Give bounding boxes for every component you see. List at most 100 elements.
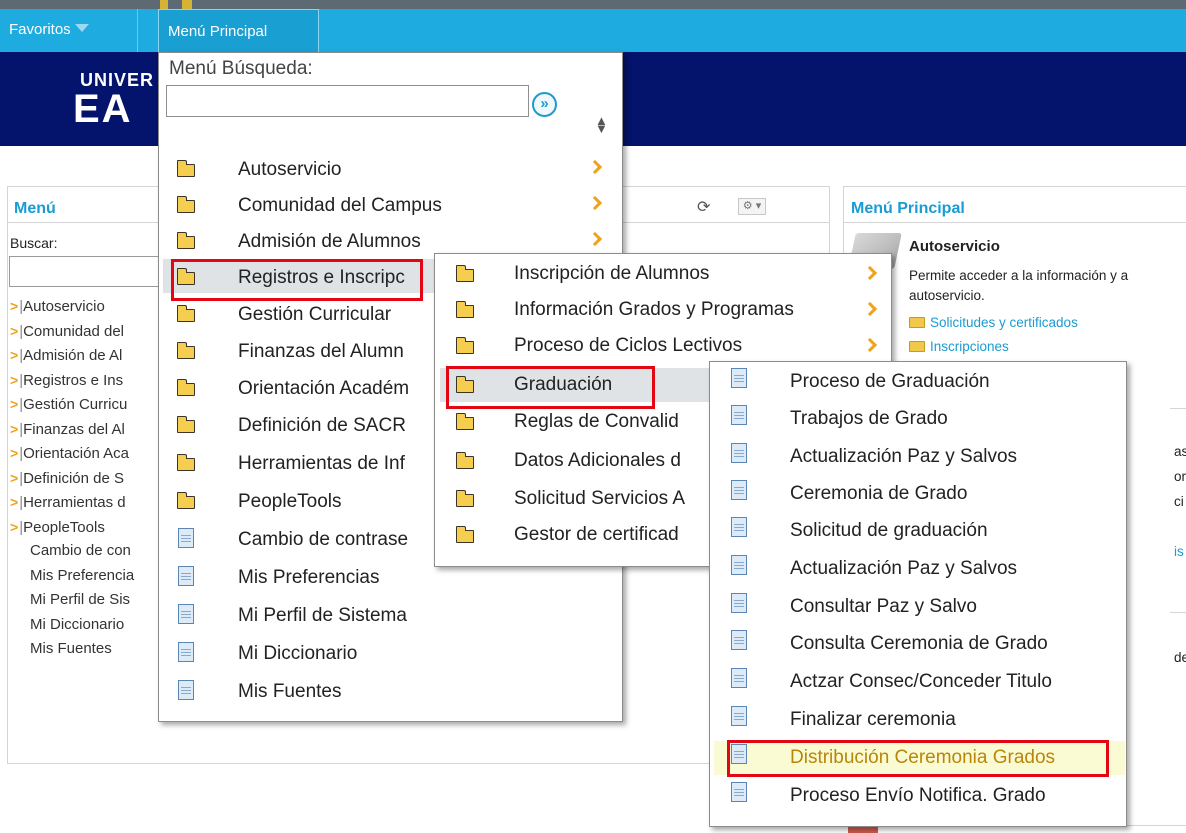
graduacion-item-label: Consultar Paz y Salvo [790, 596, 977, 617]
document-icon [731, 443, 747, 463]
folder-icon [176, 160, 195, 177]
menu-pagelet-item-orientacion-aca[interactable]: >|Orientación Aca [10, 441, 134, 466]
document-icon [731, 782, 747, 802]
folder-icon [176, 379, 195, 396]
solicitudes-link[interactable]: Solicitudes y certificados [909, 315, 1078, 330]
graduacion-item-actualizacion-paz-y-salvos[interactable]: Actualización Paz y Salvos [714, 552, 1125, 586]
menu-pagelet-item-comunidad-del[interactable]: >|Comunidad del [10, 319, 134, 344]
menu-item-label: Herramientas de Inf [238, 453, 405, 474]
chevron-right-icon: > [10, 347, 19, 363]
document-icon [731, 368, 747, 388]
menu-principal-divider [844, 222, 1186, 223]
highlight-box-graduacion [446, 366, 655, 409]
graduacion-item-solicitud-de-graduacion[interactable]: Solicitud de graduación [714, 514, 1125, 548]
buscar-input[interactable] [9, 256, 169, 287]
submenu-item-inscripcion-de-alumnos[interactable]: Inscripción de Alumnos [440, 257, 890, 291]
menu-item-comunidad-del-campus[interactable]: Comunidad del Campus [163, 187, 621, 221]
document-icon [178, 604, 194, 624]
folder-icon [176, 492, 195, 509]
menu-pagelet-item-definicion-de-s[interactable]: >|Definición de S [10, 466, 134, 491]
folder-icon [176, 454, 195, 471]
menu-pagelet-item-finanzas-del-al[interactable]: >|Finanzas del Al [10, 417, 134, 442]
menu-pagelet-item-label: Finanzas del Al [23, 420, 125, 438]
graduacion-item-trabajos-de-grado[interactable]: Trabajos de Grado [714, 402, 1125, 436]
menu-busqueda-input[interactable] [166, 85, 529, 117]
menu-item-admision-de-alumnos[interactable]: Admisión de Alumnos [163, 223, 621, 257]
menu-pagelet-item-autoservicio[interactable]: >|Autoservicio [10, 294, 134, 319]
menu-pagelet-item-mi-perfil-de-sis[interactable]: Mi Perfil de Sis [10, 588, 134, 613]
menu-pagelet-item-admision-de-al[interactable]: >|Admisión de Al [10, 343, 134, 368]
submenu-item-informacion-grados-y-programas[interactable]: Información Grados y Programas [440, 293, 890, 327]
folder-icon [455, 301, 474, 318]
chevron-right-icon: > [10, 298, 19, 314]
chevron-right-icon: > [10, 494, 19, 510]
refresh-icon[interactable]: ⟳ [697, 197, 710, 217]
menu-pagelet-item-registros-e-ins[interactable]: >|Registros e Ins [10, 368, 134, 393]
menu-pagelet-item-mi-diccionario[interactable]: Mi Diccionario [10, 613, 134, 638]
favoritos-menu[interactable]: Favoritos [9, 21, 89, 38]
menu-item-mi-perfil-de-sistema[interactable]: Mi Perfil de Sistema [163, 597, 621, 631]
graduacion-item-proceso-de-graduacion[interactable]: Proceso de Graduación [714, 365, 1125, 399]
menu-pagelet-item-label: Registros e Ins [23, 371, 124, 389]
graduacion-item-finalizar-ceremonia[interactable]: Finalizar ceremonia [714, 703, 1125, 737]
document-icon [731, 405, 747, 425]
menu-pagelet-item-mis-fuentes[interactable]: Mis Fuentes [10, 637, 134, 662]
pagelet-settings-button[interactable]: ⚙ ▾ [738, 198, 766, 215]
graduacion-item-label: Proceso de Graduación [790, 371, 990, 392]
folder-icon [909, 341, 925, 352]
menu-principal-tab[interactable]: Menú Principal [158, 9, 319, 52]
graduacion-item-ceremonia-de-grado[interactable]: Ceremonia de Grado [714, 477, 1125, 511]
document-icon [731, 593, 747, 613]
graduacion-item-consultar-paz-y-salvo[interactable]: Consultar Paz y Salvo [714, 590, 1125, 624]
document-icon [178, 642, 194, 662]
folder-icon [455, 265, 474, 282]
submenu-item-label: Solicitud Servicios A [514, 488, 686, 509]
folder-icon [176, 232, 195, 249]
menu-pagelet-item-mis-preferencia[interactable]: Mis Preferencia [10, 564, 134, 589]
graduacion-item-consulta-ceremonia-de-grado[interactable]: Consulta Ceremonia de Grado [714, 627, 1125, 661]
chevron-right-icon: > [10, 445, 19, 461]
document-icon [731, 668, 747, 688]
menu-item-mis-fuentes[interactable]: Mis Fuentes [163, 673, 621, 707]
submenu-item-label: Reglas de Convalid [514, 411, 679, 432]
menu-pagelet-item-peopletools[interactable]: >|PeopleTools [10, 515, 134, 540]
chevron-right-icon [862, 337, 878, 353]
graduacion-item-proceso-envio-notifica-grado[interactable]: Proceso Envío Notifica. Grado [714, 779, 1125, 813]
chevron-right-icon [862, 265, 878, 281]
menu-pagelet-item-label: Definición de S [23, 469, 124, 487]
menu-pagelet-item-cambio-de-con[interactable]: Cambio de con [10, 539, 134, 564]
right-text-fragment-1: as [1174, 444, 1186, 459]
graduacion-item-label: Actualización Paz y Salvos [790, 558, 1018, 579]
highlight-box-distribucion [727, 740, 1109, 777]
folder-icon [455, 413, 474, 430]
inscripciones-link[interactable]: Inscripciones [909, 339, 1009, 354]
submenu-item-label: Inscripción de Alumnos [514, 263, 710, 284]
graduacion-item-label: Ceremonia de Grado [790, 483, 968, 504]
menu-item-label: Comunidad del Campus [238, 195, 442, 216]
folder-icon [455, 490, 474, 507]
folder-icon [455, 452, 474, 469]
right-text-fragment-4[interactable]: is [1174, 544, 1184, 559]
folder-icon [176, 196, 195, 213]
menu-item-mi-diccionario[interactable]: Mi Diccionario [163, 635, 621, 669]
sort-icon[interactable]: ▲ ▼ [595, 114, 608, 135]
menu-pagelet-item-gestion-curricu[interactable]: >|Gestión Curricu [10, 392, 134, 417]
graduacion-item-actzar-consec-conceder-titulo[interactable]: Actzar Consec/Conceder Titulo [714, 665, 1125, 699]
menu-pagelet-item-herramientas-d[interactable]: >|Herramientas d [10, 490, 134, 515]
menu-pagelet-item-label: PeopleTools [23, 518, 105, 536]
menu-pagelet-item-label: Mi Diccionario [30, 615, 125, 633]
right-text-fragment-2: or [1174, 469, 1186, 484]
chevron-right-icon [862, 301, 878, 317]
chevron-right-icon [587, 195, 603, 211]
graduacion-item-actualizacion-paz-y-salvos[interactable]: Actualización Paz y Salvos [714, 440, 1125, 474]
menu-pagelet-list: >|Autoservicio >|Comunidad del >|Admisión … [10, 294, 134, 662]
graduacion-item-label: Actualización Paz y Salvos [790, 446, 1018, 467]
folder-icon [455, 337, 474, 354]
autoservicio-heading[interactable]: Autoservicio [909, 238, 1000, 255]
chevron-right-icon: > [10, 518, 19, 535]
search-go-icon[interactable]: » [532, 92, 557, 117]
menu-item-autoservicio[interactable]: Autoservicio [163, 151, 621, 185]
submenu-item-proceso-de-ciclos-lectivos[interactable]: Proceso de Ciclos Lectivos [440, 329, 890, 363]
menu-item-label: Definición de SACR [238, 415, 406, 436]
document-icon [178, 566, 194, 586]
